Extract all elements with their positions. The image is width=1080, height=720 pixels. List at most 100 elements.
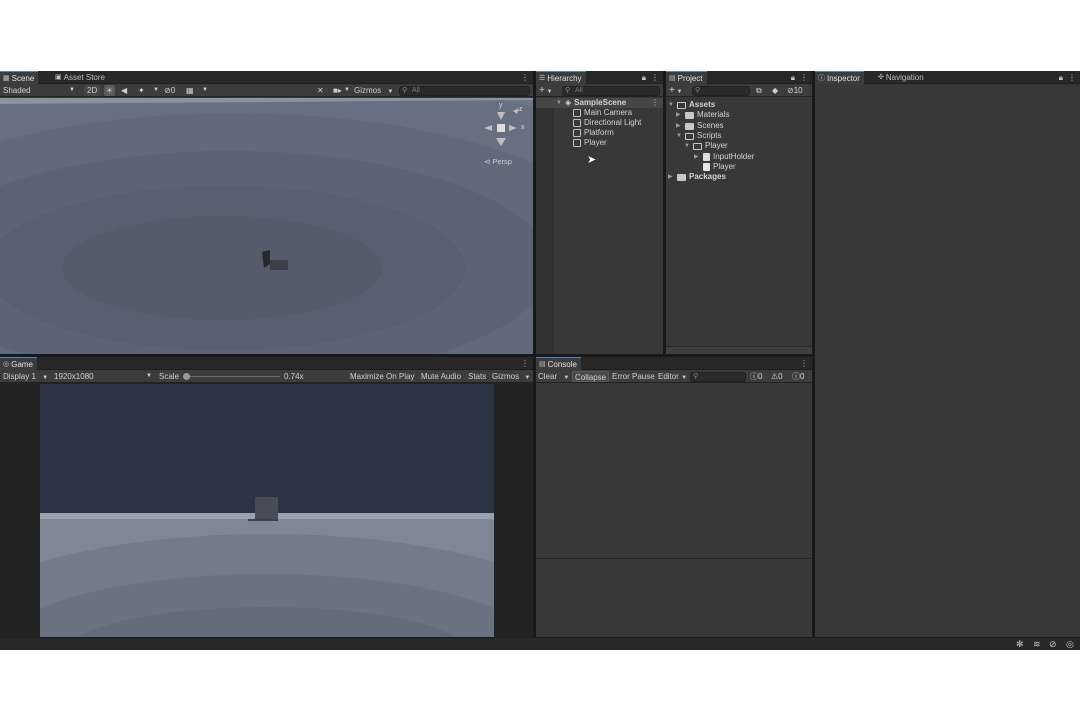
- lock-icon[interactable]: 🔒︎: [642, 71, 646, 84]
- game-gizmos-dropdown[interactable]: Gizmos ▼: [492, 370, 530, 383]
- clear-button[interactable]: Clear ▼: [538, 370, 569, 383]
- panel-menu-icon[interactable]: ⋮: [1068, 71, 1076, 84]
- tree-assets[interactable]: ▼ Assets: [668, 100, 715, 110]
- row-menu-icon[interactable]: ⋮: [651, 98, 659, 108]
- visibility-icon: ⊘: [164, 86, 171, 95]
- toggle-2d-button[interactable]: 2D: [84, 85, 101, 96]
- lock-icon[interactable]: 🔒︎: [791, 71, 795, 84]
- grid-toggle-icon[interactable]: ▦: [186, 84, 194, 97]
- panel-menu-icon[interactable]: ⋮: [651, 71, 659, 84]
- warning-filter-toggle[interactable]: ⚠0: [771, 370, 783, 383]
- hierarchy-panel: ☰ Hierarchy 🔒︎ ⋮ + ▼ ⚲ All ▼ ◈ SampleScen…: [536, 71, 663, 354]
- scale-slider-thumb[interactable]: [183, 373, 190, 380]
- filter-label-icon[interactable]: ◆: [772, 84, 778, 97]
- resolution-dropdown[interactable]: 1920x1080 ▼: [54, 370, 152, 383]
- unity-scene-icon: ◈: [565, 98, 572, 107]
- expand-arrow-icon[interactable]: ▼: [676, 131, 682, 141]
- tree-packages[interactable]: ▶ Packages: [668, 172, 726, 182]
- tree-scenes[interactable]: ▶ Scenes: [676, 121, 724, 131]
- lock-icon[interactable]: 🔒︎: [1059, 71, 1063, 84]
- folder-open-icon: [685, 132, 694, 140]
- effects-toggle-icon[interactable]: ✦: [138, 84, 145, 97]
- console-tabbar: ▤ Console ⋮: [536, 357, 812, 370]
- tab-inspector[interactable]: ⓘ Inspector: [815, 71, 864, 84]
- scene-visibility-button[interactable]: ⊘0: [164, 84, 175, 97]
- expand-arrow-icon[interactable]: ▼: [668, 100, 674, 110]
- projection-label[interactable]: ⊲ Persp: [484, 157, 512, 166]
- tree-label: Scenes: [697, 121, 724, 130]
- progress-check-icon[interactable]: ◎: [1066, 639, 1074, 650]
- gizmos-dropdown[interactable]: Gizmos ▼: [354, 84, 393, 97]
- create-button[interactable]: + ▼: [669, 84, 682, 97]
- mute-audio-button[interactable]: Mute Audio: [421, 370, 461, 383]
- bug-icon[interactable]: ✻: [1016, 639, 1024, 650]
- panel-menu-icon[interactable]: ⋮: [521, 357, 529, 370]
- chevron-down-icon[interactable]: ▼: [202, 84, 208, 97]
- tab-asset-store-label: Asset Store: [63, 73, 105, 82]
- hierarchy-item[interactable]: Main Camera: [573, 108, 632, 118]
- hierarchy-item[interactable]: Platform: [573, 128, 614, 138]
- audio-toggle-icon[interactable]: ◀: [121, 84, 127, 97]
- hierarchy-item[interactable]: Directional Light: [573, 118, 641, 128]
- collapse-arrow-icon[interactable]: ▶: [694, 152, 700, 162]
- game-view[interactable]: [40, 384, 494, 637]
- lighting-toggle-icon[interactable]: ☀: [104, 85, 115, 96]
- tab-scene[interactable]: ▦ Scene: [0, 71, 39, 84]
- filter-type-icon[interactable]: ⧉: [756, 84, 762, 97]
- clear-label: Clear: [538, 372, 558, 381]
- tree-input-holder[interactable]: ▶ InputHolder: [694, 152, 754, 162]
- panel-menu-icon[interactable]: ⋮: [800, 71, 808, 84]
- hierarchy-item[interactable]: Player: [573, 138, 607, 148]
- scale-slider[interactable]: [183, 373, 280, 380]
- chevron-down-icon[interactable]: ▼: [153, 84, 159, 97]
- error-filter-toggle[interactable]: ⓘ0: [792, 370, 804, 383]
- hidden-packages-button[interactable]: ⊘10: [787, 84, 803, 97]
- tree-scripts[interactable]: ▼ Scripts: [676, 131, 721, 141]
- unity-editor: ▦ Scene ▣ Asset Store ⋮ Shaded ▼ 2D ☀ ◀ …: [0, 71, 1080, 650]
- stats-button[interactable]: Stats: [468, 370, 486, 383]
- panel-menu-icon[interactable]: ⋮: [521, 71, 529, 84]
- chevron-down-icon[interactable]: ▼: [344, 84, 350, 97]
- expand-arrow-icon[interactable]: ▼: [556, 98, 562, 108]
- project-search-input[interactable]: ⚲: [692, 85, 750, 96]
- panel-menu-icon[interactable]: ⋮: [800, 357, 808, 370]
- maximize-on-play-button[interactable]: Maximize On Play: [350, 370, 414, 383]
- log-filter-toggle[interactable]: ⓘ0: [750, 370, 762, 383]
- expand-arrow-icon[interactable]: ▼: [684, 141, 690, 151]
- scene-search-input[interactable]: ⚲ All: [399, 85, 530, 96]
- tab-game[interactable]: ◎ Game: [0, 357, 37, 370]
- scene-root-row[interactable]: ▼ ◈ SampleScene ⋮: [536, 98, 663, 108]
- camera-icon[interactable]: ■▸: [333, 84, 342, 97]
- tab-console[interactable]: ▤ Console: [536, 357, 581, 370]
- hierarchy-search-input[interactable]: ⚲ All: [562, 85, 660, 96]
- database-icon[interactable]: ≋: [1033, 639, 1041, 650]
- tree-player-script[interactable]: Player: [703, 162, 736, 172]
- tab-asset-store[interactable]: ▣ Asset Store: [52, 71, 109, 84]
- create-button[interactable]: + ▼: [539, 84, 552, 97]
- editor-dropdown[interactable]: Editor ▼: [658, 370, 687, 383]
- tab-hierarchy[interactable]: ☰ Hierarchy: [536, 71, 586, 84]
- scene-viewport[interactable]: [0, 98, 533, 354]
- tree-player-folder[interactable]: ▼ Player: [684, 141, 728, 151]
- chevron-down-icon: ▼: [563, 375, 570, 381]
- console-search-input[interactable]: ⚲: [690, 371, 746, 382]
- folder-icon: ▤: [669, 74, 676, 82]
- project-tabbar: ▤ Project 🔒︎ ⋮: [666, 71, 812, 84]
- shading-mode-dropdown[interactable]: Shaded ▼: [3, 84, 75, 97]
- console-details-divider[interactable]: [536, 558, 812, 559]
- tools-icon[interactable]: ✕: [317, 84, 324, 97]
- cache-server-icon[interactable]: ⊘: [1049, 639, 1057, 650]
- collapse-arrow-icon[interactable]: ▶: [668, 172, 674, 182]
- collapse-arrow-icon[interactable]: ▶: [676, 110, 682, 120]
- project-resize-handle[interactable]: [666, 346, 812, 354]
- collapse-toggle[interactable]: Collapse: [572, 371, 610, 382]
- tab-project[interactable]: ▤ Project: [666, 71, 707, 84]
- chevron-down-icon: ▼: [69, 87, 75, 93]
- display-dropdown[interactable]: Display 1 ▼: [3, 370, 48, 383]
- console-toolbar: Clear ▼ Collapse Error Pause Editor ▼ ⚲ …: [536, 370, 812, 383]
- tab-navigation[interactable]: ✣ Navigation: [875, 71, 928, 84]
- tree-materials[interactable]: ▶ Materials: [676, 110, 729, 120]
- error-pause-toggle[interactable]: Error Pause: [612, 370, 655, 383]
- collapse-arrow-icon[interactable]: ▶: [676, 121, 682, 131]
- warning-count: 0: [778, 372, 783, 381]
